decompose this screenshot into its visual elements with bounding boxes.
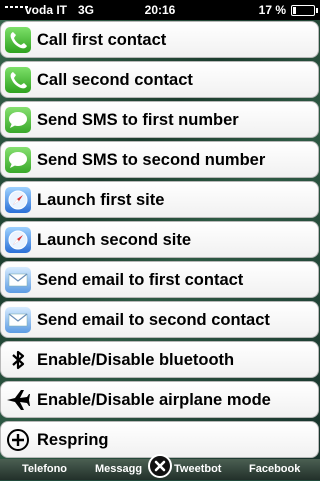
bluetooth-icon <box>5 347 31 373</box>
menu-item-email-second-contact[interactable]: Send email to second contact <box>0 301 319 338</box>
menu-item-toggle-airplane-mode[interactable]: Enable/Disable airplane mode <box>0 381 319 418</box>
menu-item-sms-second-number[interactable]: Send SMS to second number <box>0 141 319 178</box>
airplane-icon <box>5 387 31 413</box>
phone-icon <box>5 67 31 93</box>
menu-item-launch-first-site[interactable]: Launch first site <box>0 181 319 218</box>
safari-icon <box>5 187 31 213</box>
menu-item-call-first-contact[interactable]: Call first contact <box>0 21 319 58</box>
safari-icon <box>5 227 31 253</box>
menu-item-label: Send SMS to second number <box>37 151 266 169</box>
menu-item-label: Launch first site <box>37 191 165 209</box>
mail-icon <box>5 267 31 293</box>
menu-item-label: Send SMS to first number <box>37 111 239 129</box>
dock-app-tweetbot[interactable]: Tweetbot <box>174 463 221 475</box>
menu-item-label: Respring <box>37 431 109 449</box>
menu-item-label: Enable/Disable bluetooth <box>37 351 235 369</box>
phone-icon <box>5 27 31 53</box>
dock-app-phone[interactable]: Telefono <box>22 463 67 475</box>
sms-icon <box>5 147 31 173</box>
menu-item-label: Enable/Disable airplane mode <box>37 391 271 409</box>
menu-item-respring[interactable]: Respring <box>0 421 319 458</box>
menu-item-email-first-contact[interactable]: Send email to first contact <box>0 261 319 298</box>
battery-icon <box>291 5 318 16</box>
sms-icon <box>5 107 31 133</box>
menu-item-label: Call second contact <box>37 71 193 89</box>
menu-item-label: Send email to first contact <box>37 271 244 289</box>
add-circle-icon <box>5 427 31 453</box>
menu-item-label: Send email to second contact <box>37 311 270 329</box>
menu-item-sms-first-number[interactable]: Send SMS to first number <box>0 101 319 138</box>
mail-icon <box>5 307 31 333</box>
close-menu-button[interactable] <box>148 454 172 478</box>
menu-item-launch-second-site[interactable]: Launch second site <box>0 221 319 258</box>
menu-item-toggle-bluetooth[interactable]: Enable/Disable bluetooth <box>0 341 319 378</box>
menu-item-label: Call first contact <box>37 31 167 49</box>
dock-app-messages[interactable]: Messagg <box>95 463 142 475</box>
menu-item-call-second-contact[interactable]: Call second contact <box>0 61 319 98</box>
status-bar: voda IT 3G 20:16 17 % <box>0 0 320 20</box>
dock-app-facebook[interactable]: Facebook <box>249 463 300 475</box>
menu-item-label: Launch second site <box>37 231 192 249</box>
close-icon <box>154 460 166 472</box>
battery-percentage: 17 % <box>258 3 286 17</box>
